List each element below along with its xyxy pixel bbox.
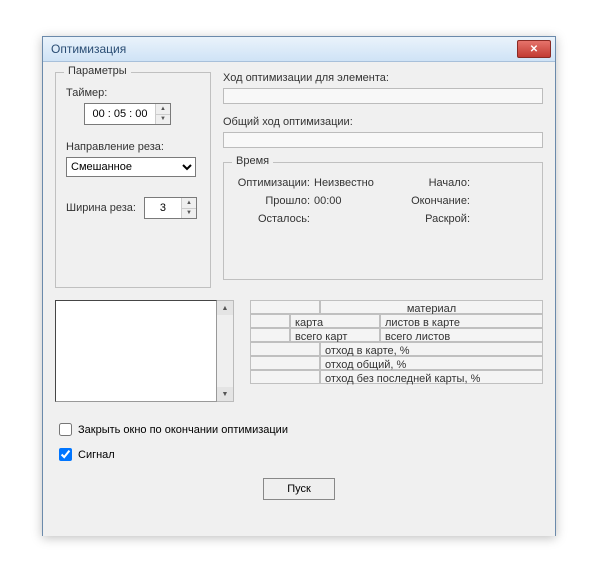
table-cell [250, 328, 290, 342]
cutting-value [474, 213, 532, 225]
time-group: Время Оптимизации: Неизвестно Начало: Пр… [223, 162, 543, 280]
direction-select[interactable]: Смешанное [66, 157, 196, 177]
width-input[interactable] [145, 198, 181, 218]
close-on-finish-label: Закрыть окно по окончании оптимизации [78, 424, 288, 436]
up-icon[interactable]: ▲ [156, 104, 170, 115]
time-group-title: Время [232, 155, 273, 167]
direction-label: Направление реза: [66, 141, 200, 153]
element-progress-label: Ход оптимизации для элемента: [223, 72, 543, 84]
table-cell [250, 314, 290, 328]
results-area: ▲ ▼ материал карта листов в карте всего … [55, 300, 543, 402]
optimization-dialog: Оптимизация ✕ Параметры Таймер: ▲ ▼ [42, 36, 556, 536]
timer-input[interactable] [85, 104, 155, 124]
listbox-scrollbar[interactable]: ▲ ▼ [217, 300, 234, 402]
close-on-finish-row[interactable]: Закрыть окно по окончании оптимизации [55, 420, 543, 439]
signal-row[interactable]: Сигнал [55, 445, 543, 464]
scroll-up-icon[interactable]: ▲ [217, 301, 233, 315]
timer-label: Таймер: [66, 87, 200, 99]
stats-table: материал карта листов в карте всего карт… [250, 300, 543, 402]
opt-label: Оптимизации: [234, 177, 314, 189]
remain-value [314, 213, 394, 225]
close-button[interactable]: ✕ [517, 40, 551, 58]
timer-spinner[interactable]: ▲ ▼ [84, 103, 171, 125]
waste-no-last-header: отход без последней карты, % [320, 370, 543, 384]
signal-label: Сигнал [78, 449, 115, 461]
elapsed-value: 00:00 [314, 195, 394, 207]
table-cell [250, 300, 320, 314]
options-checkboxes: Закрыть окно по окончании оптимизации Си… [55, 420, 543, 464]
table-cell [250, 342, 320, 356]
cutting-label: Раскрой: [394, 213, 474, 225]
sheets-in-card-header: листов в карте [380, 314, 543, 328]
titlebar: Оптимизация ✕ [43, 37, 555, 62]
width-label: Ширина реза: [66, 202, 136, 214]
parameters-group-title: Параметры [64, 65, 131, 77]
window-title: Оптимизация [51, 42, 126, 56]
scroll-track[interactable] [217, 315, 233, 387]
total-sheets-header: всего листов [380, 328, 543, 342]
start-label: Начало: [394, 177, 474, 189]
close-on-finish-checkbox[interactable] [59, 423, 72, 436]
element-progress-bar [223, 88, 543, 104]
material-header: материал [320, 300, 543, 314]
parameters-group: Параметры Таймер: ▲ ▼ Направление реза [55, 72, 211, 288]
total-cards-header: всего карт [290, 328, 380, 342]
overall-progress-label: Общий ход оптимизации: [223, 116, 543, 128]
end-label: Окончание: [394, 195, 474, 207]
start-value [474, 177, 532, 189]
up-icon[interactable]: ▲ [182, 198, 196, 209]
end-value [474, 195, 532, 207]
remain-label: Осталось: [234, 213, 314, 225]
waste-total-header: отход общий, % [320, 356, 543, 370]
close-icon: ✕ [530, 44, 538, 55]
waste-card-header: отход в карте, % [320, 342, 543, 356]
run-button[interactable]: Пуск [263, 478, 335, 500]
width-spinner[interactable]: ▲ ▼ [144, 197, 197, 219]
table-cell [250, 370, 320, 384]
overall-progress-bar [223, 132, 543, 148]
client-area: Параметры Таймер: ▲ ▼ Направление реза [43, 62, 555, 536]
signal-checkbox[interactable] [59, 448, 72, 461]
down-icon[interactable]: ▼ [156, 115, 170, 125]
table-cell [250, 356, 320, 370]
card-header: карта [290, 314, 380, 328]
opt-value: Неизвестно [314, 177, 394, 189]
results-listbox[interactable] [55, 300, 217, 402]
scroll-down-icon[interactable]: ▼ [217, 387, 233, 401]
down-icon[interactable]: ▼ [182, 209, 196, 219]
elapsed-label: Прошло: [234, 195, 314, 207]
